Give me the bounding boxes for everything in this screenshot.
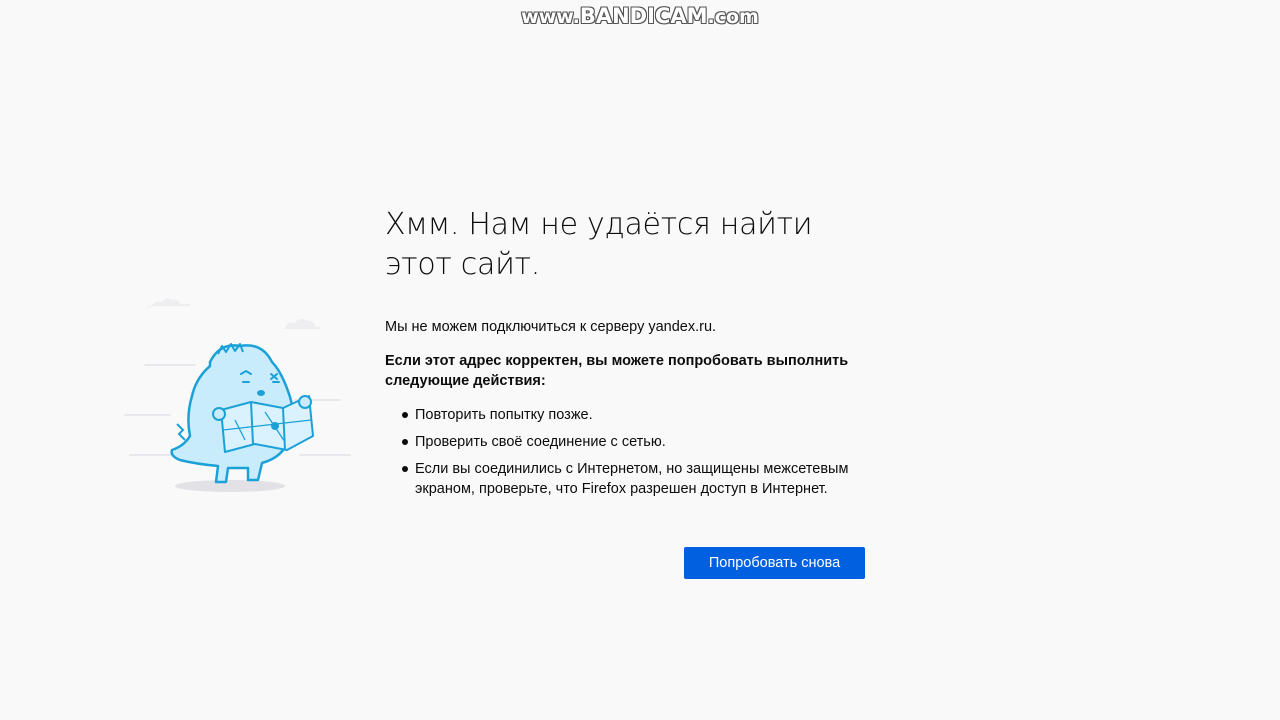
error-page: www.BANDICAM.com Хмм. Нам не удаётся най… (0, 0, 1280, 720)
page-title: Хмм. Нам не удаётся найти этот сайт. (385, 207, 813, 282)
advice-heading: Если этот адрес корректен, вы можете поп… (385, 353, 849, 389)
try-again-button[interactable]: Попробовать снова (684, 547, 865, 579)
error-content: Хмм. Нам не удаётся найти этот сайт. Мы … (385, 205, 870, 506)
clouds-illustration (146, 298, 320, 329)
bandicam-watermark: www.BANDICAM.com (0, 4, 1280, 28)
suggestion-item: Повторить попытку позже. (402, 405, 870, 425)
watermark-suffix: .com (707, 6, 759, 28)
lost-monster-illustration (124, 298, 351, 492)
suggestion-list: Повторить попытку позже. Проверить своё … (385, 405, 870, 499)
watermark-brand: BANDICAM (579, 4, 708, 28)
watermark-prefix: www. (521, 6, 580, 28)
suggestion-item: Если вы соединились с Интернетом, но защ… (402, 459, 870, 499)
suggestion-item: Проверить своё соединение с сетью. (402, 432, 870, 452)
error-description: Мы не можем подключиться к серверу yande… (385, 319, 717, 335)
